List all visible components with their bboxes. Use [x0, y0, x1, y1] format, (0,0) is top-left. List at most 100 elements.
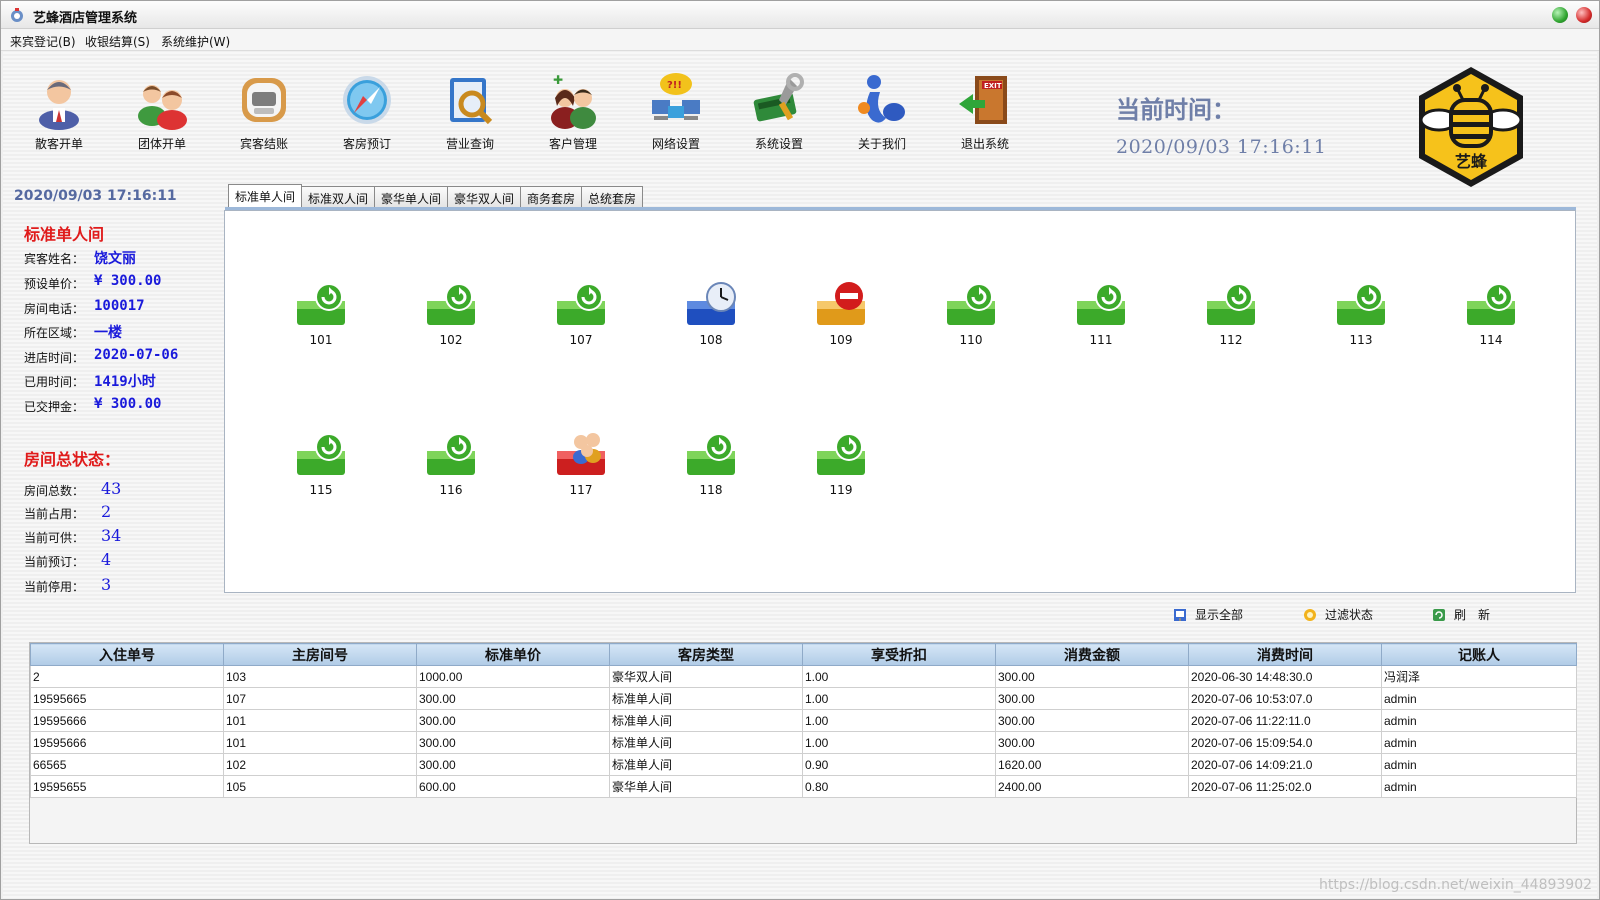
checkout-icon	[242, 78, 286, 122]
tab-standard-single[interactable]: 标准单人间	[228, 184, 302, 208]
column-header[interactable]: 主房间号	[223, 643, 417, 666]
room-number: 113	[1349, 333, 1373, 347]
about-us-button[interactable]: 关于我们	[840, 70, 924, 160]
main-area: 散客开单 团体开单 宾客结账 客房预订 营业查询 ✚ 客户管理 ?!! 网络设置…	[3, 52, 1597, 898]
business-query-label: 营业查询	[445, 137, 494, 151]
table-cell: admin	[1381, 775, 1577, 798]
table-row[interactable]: 2 103 1000.00 豪华双人间 1.00 300.00 2020-06-30 14:…	[30, 665, 1577, 688]
table-cell: admin	[1381, 753, 1577, 776]
room-number: 111	[1089, 333, 1113, 347]
room-114[interactable]: 114	[1453, 279, 1529, 349]
table-cell: 600.00	[416, 775, 610, 798]
network-icon: ?!!	[652, 73, 700, 120]
room-119[interactable]: 119	[803, 429, 879, 499]
info-value-phone: 100017	[94, 298, 145, 314]
table-cell: 2	[30, 665, 224, 688]
tab-deluxe-single[interactable]: 豪华单人间	[374, 186, 448, 208]
table-cell: 豪华双人间	[609, 665, 803, 688]
room-number: 110	[959, 333, 983, 347]
room-115[interactable]: 115	[283, 429, 359, 499]
network-settings-button[interactable]: ?!! 网络设置	[634, 70, 718, 160]
room-108[interactable]: 108	[673, 279, 749, 349]
close-button[interactable]	[1576, 7, 1592, 23]
checkout-label: 宾客结账	[239, 137, 288, 151]
table-row[interactable]: 19595665 107 300.00 标准单人间 1.00 300.00 2020-07-…	[30, 687, 1577, 710]
customer-management-label: 客户管理	[548, 137, 597, 151]
column-header[interactable]: 消费金额	[995, 643, 1189, 666]
svg-text:✚: ✚	[553, 73, 563, 87]
about-icon	[858, 75, 905, 123]
tab-business-suite[interactable]: 商务套房	[520, 186, 582, 208]
guest-icon	[39, 80, 79, 130]
room-109[interactable]: 109	[803, 279, 879, 349]
room-disabled-icon	[817, 282, 865, 325]
table-body: 2 103 1000.00 豪华双人间 1.00 300.00 2020-06-30 14:…	[30, 665, 1577, 798]
table-cell: 1620.00	[995, 753, 1189, 776]
room-available-icon	[687, 433, 735, 475]
table-cell: 19595665	[30, 687, 224, 710]
room-113[interactable]: 113	[1323, 279, 1399, 349]
stat-value-occupied: 2	[101, 502, 112, 521]
table-cell: 107	[223, 687, 417, 710]
table-row[interactable]: 19595655 105 600.00 豪华单人间 0.80 2400.00 2020-07…	[30, 775, 1577, 798]
column-header[interactable]: 标准单价	[416, 643, 610, 666]
menu-cashier[interactable]: 收银结算(S)	[85, 33, 150, 50]
room-117[interactable]: 117	[543, 429, 619, 499]
room-107[interactable]: 107	[543, 279, 619, 349]
room-occupied-icon	[557, 433, 605, 475]
business-query-button[interactable]: 营业查询	[428, 70, 512, 160]
room-111[interactable]: 111	[1063, 279, 1139, 349]
room-reservation-button[interactable]: 客房预订	[325, 70, 409, 160]
show-all-label: 显示全部	[1195, 608, 1244, 622]
info-label-checkin: 进店时间：	[24, 351, 85, 365]
room-118[interactable]: 118	[673, 429, 749, 499]
stat-value-available: 34	[101, 526, 122, 545]
table-cell: 300.00	[995, 665, 1189, 688]
checkout-button[interactable]: 宾客结账	[222, 70, 306, 160]
table-row[interactable]: 66565 102 300.00 标准单人间 0.90 1620.00 2020-07-06…	[30, 753, 1577, 776]
table-cell: 0.80	[802, 775, 996, 798]
settings-icon	[753, 73, 804, 122]
room-112[interactable]: 112	[1193, 279, 1269, 349]
room-number: 114	[1479, 333, 1503, 347]
group-open-label: 团体开单	[137, 137, 186, 151]
table-row[interactable]: 19595666 101 300.00 标准单人间 1.00 300.00 2020-07-…	[30, 709, 1577, 732]
guest-open-button[interactable]: 散客开单	[17, 70, 101, 160]
table-cell: 标准单人间	[609, 709, 803, 732]
stat-label-occupied: 当前占用：	[24, 507, 85, 521]
room-101[interactable]: 101	[283, 279, 359, 349]
column-header[interactable]: 记账人	[1381, 643, 1577, 666]
info-label-deposit: 已交押金：	[24, 400, 85, 414]
customer-management-button[interactable]: ✚ 客户管理	[531, 70, 615, 160]
rooms-panel: 101 102 107 108 109 110 111 112 113 114 115 116 117 1…	[224, 210, 1576, 593]
table-cell: 19595666	[30, 731, 224, 754]
table-cell: 300.00	[416, 709, 610, 732]
table-cell: 300.00	[416, 753, 610, 776]
room-available-icon	[557, 283, 605, 325]
room-102[interactable]: 102	[413, 279, 489, 349]
refresh-button[interactable]: 刷 新	[1432, 606, 1490, 623]
tab-standard-double[interactable]: 标准双人间	[301, 186, 375, 208]
filter-status-button[interactable]: 过滤状态	[1303, 606, 1373, 623]
tab-deluxe-double[interactable]: 豪华双人间	[447, 186, 521, 208]
room-number: 119	[829, 483, 853, 497]
menu-maintenance[interactable]: 系统维护(W)	[161, 33, 230, 50]
column-header[interactable]: 入住单号	[30, 643, 224, 666]
tab-presidential-suite[interactable]: 总统套房	[581, 186, 643, 208]
system-settings-button[interactable]: 系统设置	[737, 70, 821, 160]
exit-system-button[interactable]: EXIT 退出系统	[943, 70, 1027, 160]
column-header[interactable]: 客房类型	[609, 643, 803, 666]
svg-text:?!!: ?!!	[667, 80, 682, 91]
table-cell: 2020-07-06 15:09:54.0	[1188, 731, 1382, 754]
minimize-button[interactable]	[1552, 7, 1568, 23]
room-110[interactable]: 110	[933, 279, 1009, 349]
guest-open-label: 散客开单	[34, 137, 83, 151]
column-header[interactable]: 消费时间	[1188, 643, 1382, 666]
room-116[interactable]: 116	[413, 429, 489, 499]
column-header[interactable]: 享受折扣	[802, 643, 996, 666]
menu-guest-register[interactable]: 来宾登记(B)	[10, 33, 76, 50]
group-open-button[interactable]: 团体开单	[120, 70, 204, 160]
group-icon	[138, 85, 187, 130]
table-row[interactable]: 19595666 101 300.00 标准单人间 1.00 300.00 2020-07-…	[30, 731, 1577, 754]
show-all-button[interactable]: 显示全部	[1173, 606, 1243, 623]
